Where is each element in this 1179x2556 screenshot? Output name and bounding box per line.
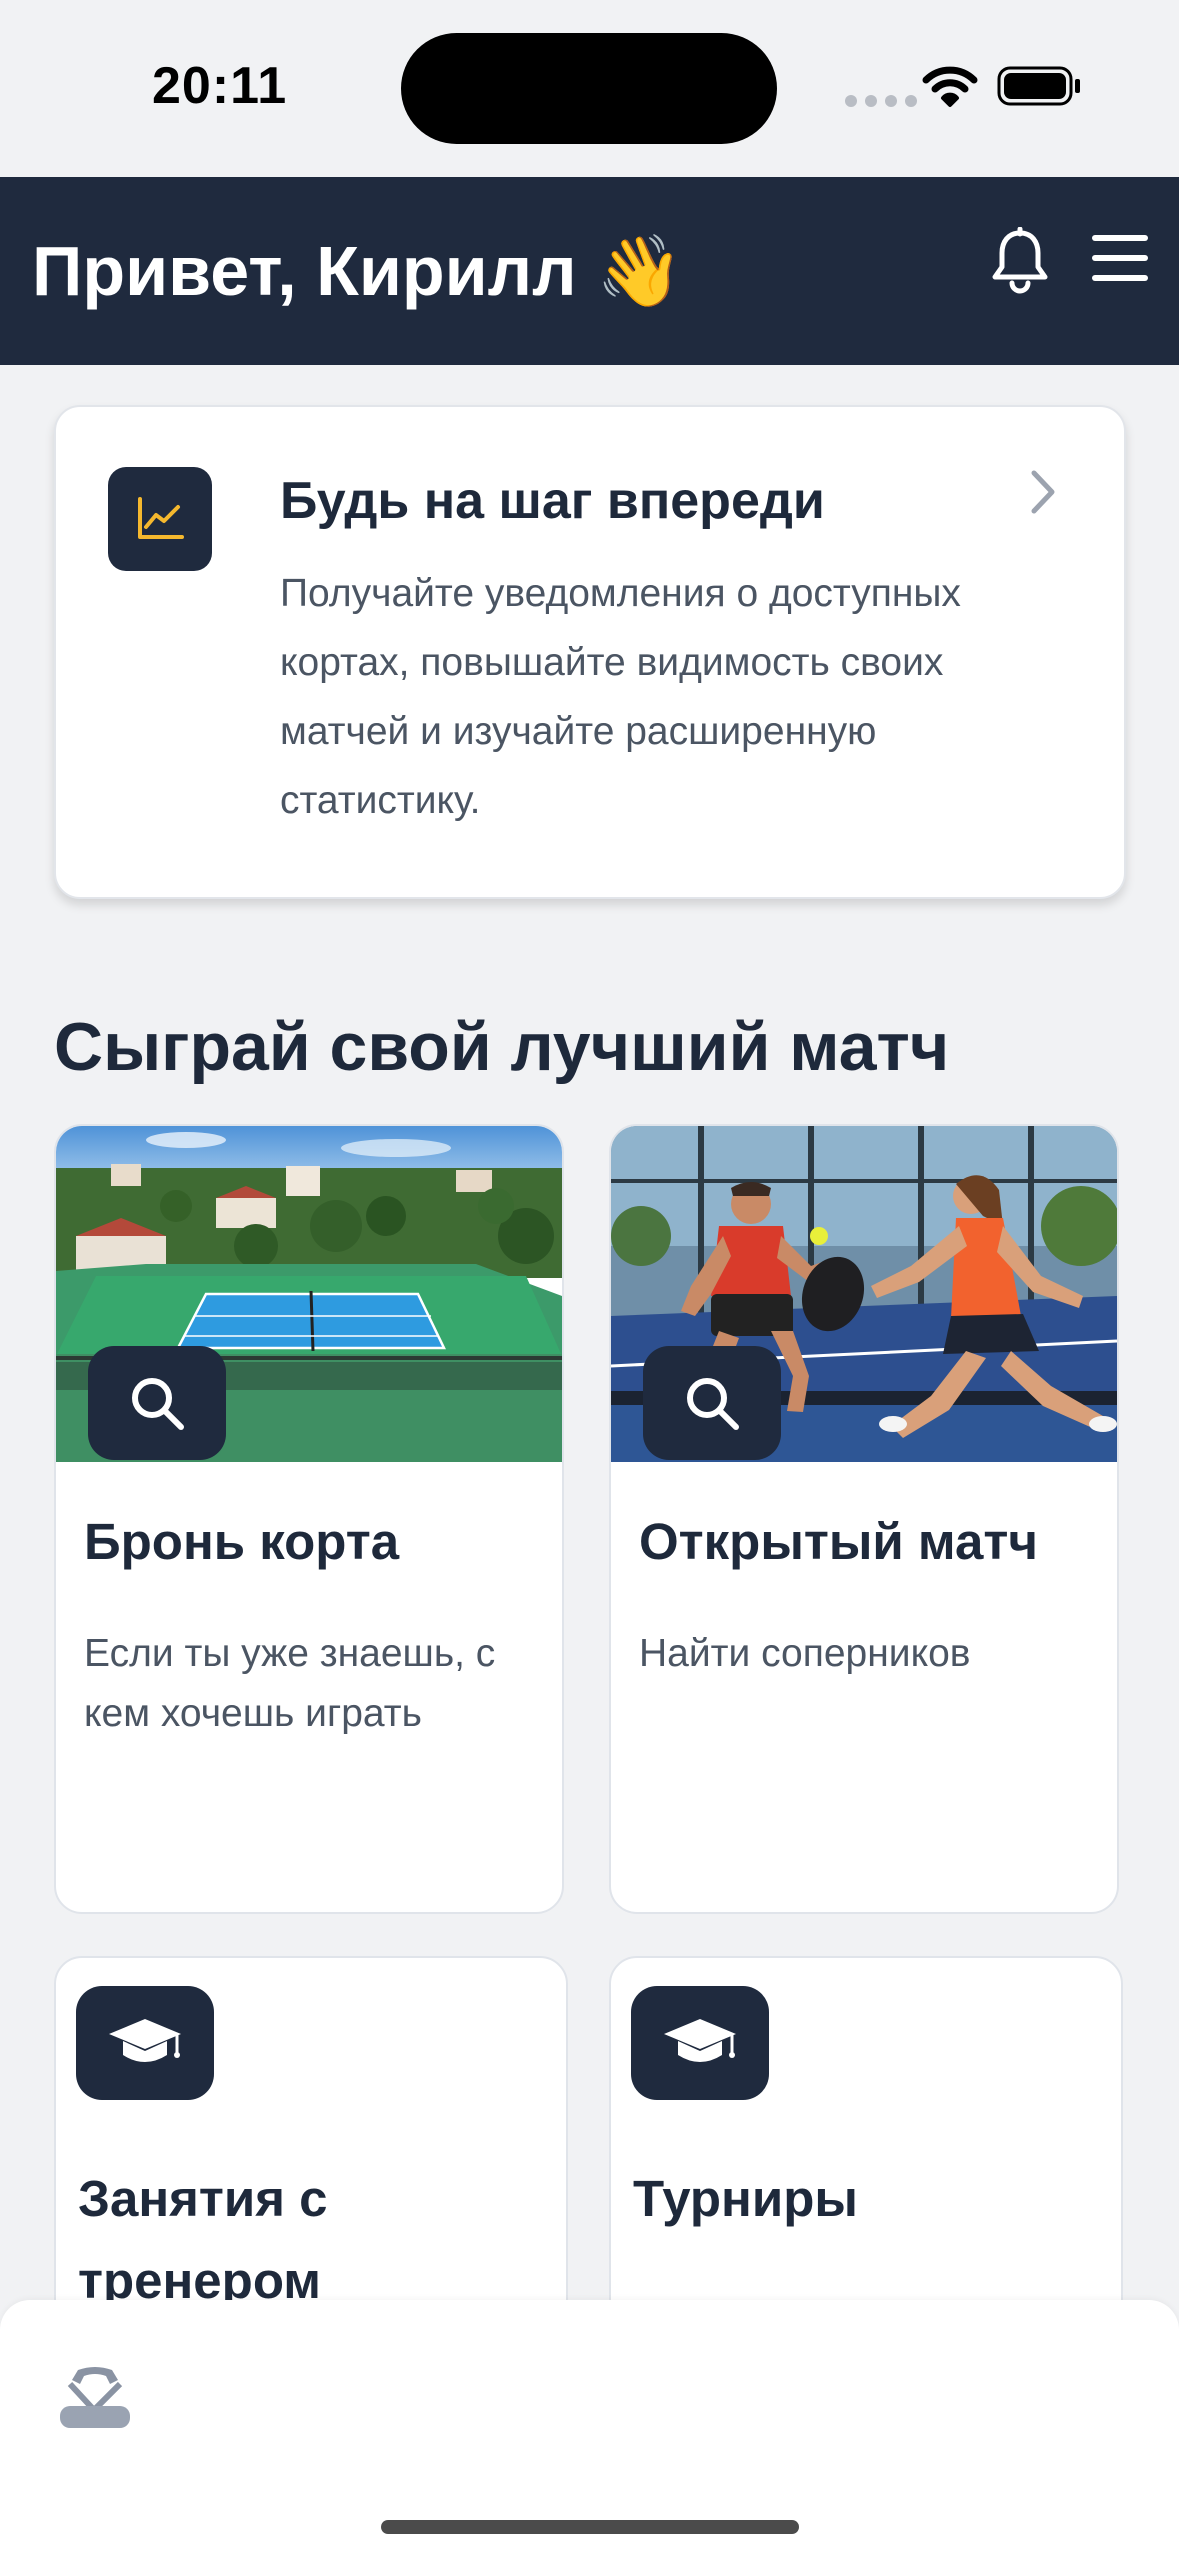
dynamic-island	[401, 33, 777, 144]
chevron-right-icon	[1031, 470, 1055, 514]
status-bar: 20:11	[0, 0, 1179, 177]
app-header: Привет, Кирилл 👋	[0, 177, 1179, 365]
graduation-cap-icon	[664, 2019, 736, 2062]
open-match-title: Открытый матч	[639, 1513, 1038, 1570]
open-match-card[interactable]: Открытый матч Найти соперников	[609, 1124, 1119, 1914]
court-booking-title: Бронь корта	[84, 1513, 400, 1570]
match-search-button[interactable]	[643, 1346, 781, 1460]
coaching-title: Занятия с тренером	[78, 2170, 328, 2309]
open-match-description: Найти соперников	[639, 1632, 971, 1675]
search-icon	[687, 1378, 739, 1430]
search-icon	[132, 1378, 184, 1430]
signal-icon	[845, 95, 917, 107]
menu-icon[interactable]	[1092, 234, 1148, 282]
greeting-title: Привет, Кирилл 👋	[32, 232, 684, 310]
court-search-button[interactable]	[88, 1346, 226, 1460]
tournaments-icon-box	[631, 1986, 769, 2100]
home-indicator[interactable]	[381, 2520, 799, 2534]
promo-icon-box	[108, 467, 212, 571]
promo-description: Получайте уведомления о доступных кортах…	[280, 572, 961, 822]
battery-icon	[997, 66, 1080, 106]
coaching-icon-box	[76, 1986, 214, 2100]
section-title: Сыграй свой лучший матч	[54, 1009, 950, 1085]
court-booking-description: Если ты уже знаешь, с кем хочешь играть	[84, 1632, 496, 1735]
bell-icon[interactable]	[990, 227, 1050, 295]
padel-icon[interactable]	[56, 2362, 134, 2432]
wifi-icon	[922, 66, 978, 107]
graduation-cap-icon	[109, 2019, 181, 2062]
promo-title: Будь на шаг впереди	[280, 472, 825, 530]
tournaments-title: Турниры	[633, 2170, 858, 2227]
premium-promo-card[interactable]: Будь на шаг впереди Получайте уведомлени…	[54, 405, 1126, 899]
court-booking-card[interactable]: Бронь корта Если ты уже знаешь, с кем хо…	[54, 1124, 564, 1914]
bottom-tab-bar	[0, 2300, 1179, 2556]
status-time: 20:11	[152, 57, 288, 115]
chart-line-icon	[138, 497, 184, 539]
